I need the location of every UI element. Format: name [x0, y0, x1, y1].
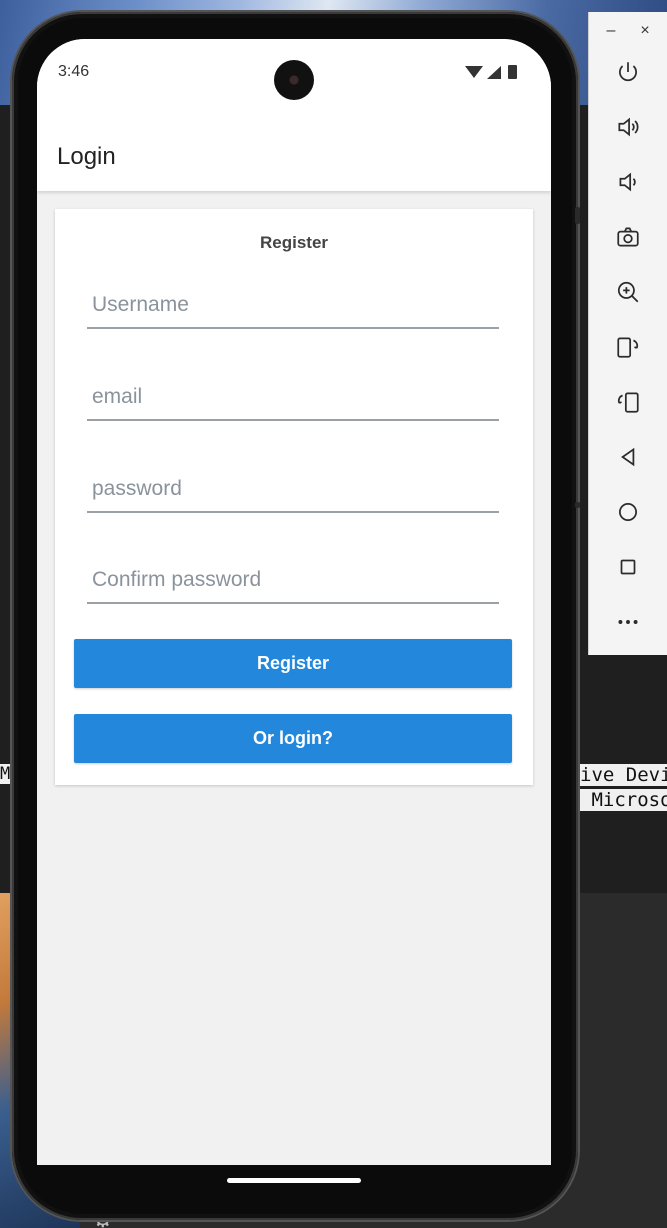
status-time: 3:46 — [58, 63, 90, 80]
phone-screen: 3:46 Login Register Register Or login? — [37, 39, 551, 1165]
password-input[interactable] — [87, 453, 499, 513]
wifi-icon — [465, 66, 483, 78]
minimize-button[interactable]: – — [601, 22, 621, 40]
status-icons — [465, 65, 517, 79]
ide-text-fragment: Microso — [580, 789, 667, 811]
power-icon[interactable] — [609, 54, 647, 90]
more-icon[interactable] — [609, 604, 647, 640]
volume-up-icon[interactable] — [609, 109, 647, 145]
rotate-left-icon[interactable] — [609, 329, 647, 365]
app-bar: Login — [37, 105, 551, 191]
username-input[interactable] — [87, 269, 499, 329]
register-card-title: Register — [259, 233, 329, 252]
page-title: Login — [57, 143, 116, 170]
overview-icon[interactable] — [609, 549, 647, 585]
or-login-button[interactable]: Or login? — [74, 714, 512, 763]
zoom-icon[interactable] — [609, 274, 647, 310]
confirm-password-input[interactable] — [87, 544, 499, 604]
status-bar: 3:46 — [37, 39, 551, 105]
email-input[interactable] — [87, 361, 499, 421]
home-indicator[interactable] — [227, 1178, 361, 1183]
camera-icon[interactable] — [609, 219, 647, 255]
volume-down-icon[interactable] — [609, 164, 647, 200]
side-button — [575, 502, 580, 508]
home-icon[interactable] — [609, 494, 647, 530]
camera-icon — [274, 60, 314, 100]
battery-icon — [508, 65, 517, 79]
register-card: Register Register Or login? — [55, 209, 533, 785]
side-button — [575, 207, 580, 224]
back-icon[interactable] — [609, 439, 647, 475]
ide-text-fragment: M — [0, 764, 11, 784]
rotate-right-icon[interactable] — [609, 384, 647, 420]
close-button[interactable]: × — [635, 22, 655, 40]
ide-text-fragment-inner: Microso — [591, 789, 667, 811]
ide-text-fragment: ive Devi — [580, 764, 667, 786]
register-button[interactable]: Register — [74, 639, 512, 688]
emulator-toolbar: – × — [588, 12, 667, 655]
signal-icon — [487, 65, 501, 79]
